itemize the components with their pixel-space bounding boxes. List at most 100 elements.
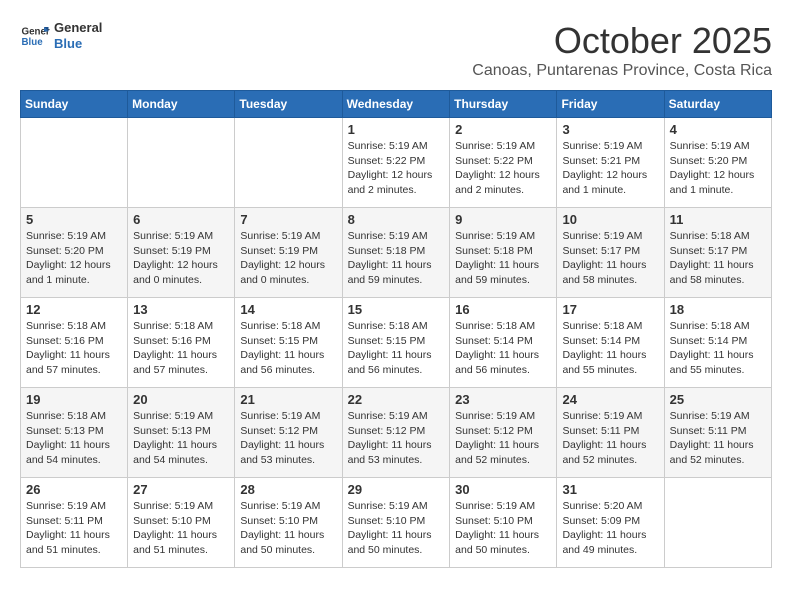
day-number: 14 (240, 302, 336, 317)
day-info: Sunrise: 5:19 AM Sunset: 5:20 PM Dayligh… (26, 229, 122, 288)
day-number: 8 (348, 212, 445, 227)
day-number: 22 (348, 392, 445, 407)
day-number: 10 (562, 212, 658, 227)
day-info: Sunrise: 5:19 AM Sunset: 5:17 PM Dayligh… (562, 229, 658, 288)
day-number: 12 (26, 302, 122, 317)
calendar-cell: 14 Sunrise: 5:18 AM Sunset: 5:15 PM Dayli… (235, 298, 342, 388)
calendar-cell: 20 Sunrise: 5:19 AM Sunset: 5:13 PM Dayli… (128, 388, 235, 478)
day-number: 30 (455, 482, 551, 497)
day-info: Sunrise: 5:19 AM Sunset: 5:12 PM Dayligh… (240, 409, 336, 468)
day-info: Sunrise: 5:19 AM Sunset: 5:11 PM Dayligh… (26, 499, 122, 558)
day-info: Sunrise: 5:18 AM Sunset: 5:16 PM Dayligh… (133, 319, 229, 378)
calendar-cell: 1Sunrise: 5:19 AM Sunset: 5:22 PM Daylig… (342, 118, 450, 208)
day-info: Sunrise: 5:19 AM Sunset: 5:10 PM Dayligh… (348, 499, 445, 558)
calendar-cell: 29 Sunrise: 5:19 AM Sunset: 5:10 PM Dayli… (342, 478, 450, 568)
logo-blue: Blue (54, 36, 102, 52)
calendar-cell: 2 Sunrise: 5:19 AM Sunset: 5:22 PM Daylig… (450, 118, 557, 208)
day-number: 23 (455, 392, 551, 407)
calendar-cell: 13Sunrise: 5:18 AM Sunset: 5:16 PM Dayli… (128, 298, 235, 388)
calendar-cell: 10 Sunrise: 5:19 AM Sunset: 5:17 PM Dayli… (557, 208, 664, 298)
day-number: 20 (133, 392, 229, 407)
calendar-cell: 6 Sunrise: 5:19 AM Sunset: 5:19 PM Daylig… (128, 208, 235, 298)
logo-icon: General Blue (20, 21, 50, 51)
calendar-cell: 25 Sunrise: 5:19 AM Sunset: 5:11 PM Dayli… (664, 388, 771, 478)
day-number: 9 (455, 212, 551, 227)
calendar-header-wednesday: Wednesday (342, 91, 450, 118)
day-number: 27 (133, 482, 229, 497)
calendar-header-saturday: Saturday (664, 91, 771, 118)
day-info: Sunrise: 5:18 AM Sunset: 5:14 PM Dayligh… (455, 319, 551, 378)
calendar-cell: 12 Sunrise: 5:18 AM Sunset: 5:16 PM Dayli… (21, 298, 128, 388)
day-number: 6 (133, 212, 229, 227)
day-info: Sunrise: 5:19 AM Sunset: 5:11 PM Dayligh… (562, 409, 658, 468)
day-info: Sunrise: 5:18 AM Sunset: 5:16 PM Dayligh… (26, 319, 122, 378)
day-number: 18 (670, 302, 766, 317)
calendar-cell (664, 478, 771, 568)
day-number: 19 (26, 392, 122, 407)
day-number: 17 (562, 302, 658, 317)
calendar-cell: 22 Sunrise: 5:19 AM Sunset: 5:12 PM Dayli… (342, 388, 450, 478)
day-number: 24 (562, 392, 658, 407)
day-number: 28 (240, 482, 336, 497)
calendar-cell: 9 Sunrise: 5:19 AM Sunset: 5:18 PM Daylig… (450, 208, 557, 298)
logo-general: General (54, 20, 102, 36)
calendar-cell: 17 Sunrise: 5:18 AM Sunset: 5:14 PM Dayli… (557, 298, 664, 388)
location-title: Canoas, Puntarenas Province, Costa Rica (472, 62, 772, 80)
day-info: Sunrise: 5:19 AM Sunset: 5:19 PM Dayligh… (133, 229, 229, 288)
calendar-cell: 3Sunrise: 5:19 AM Sunset: 5:21 PM Daylig… (557, 118, 664, 208)
calendar-header-friday: Friday (557, 91, 664, 118)
day-info: Sunrise: 5:19 AM Sunset: 5:19 PM Dayligh… (240, 229, 336, 288)
day-number: 29 (348, 482, 445, 497)
day-info: Sunrise: 5:19 AM Sunset: 5:20 PM Dayligh… (670, 139, 766, 198)
day-info: Sunrise: 5:19 AM Sunset: 5:12 PM Dayligh… (348, 409, 445, 468)
day-info: Sunrise: 5:18 AM Sunset: 5:14 PM Dayligh… (562, 319, 658, 378)
calendar-cell: 24 Sunrise: 5:19 AM Sunset: 5:11 PM Dayli… (557, 388, 664, 478)
calendar-cell: 26 Sunrise: 5:19 AM Sunset: 5:11 PM Dayli… (21, 478, 128, 568)
calendar-week-row: 1Sunrise: 5:19 AM Sunset: 5:22 PM Daylig… (21, 118, 772, 208)
calendar-cell: 23 Sunrise: 5:19 AM Sunset: 5:12 PM Dayli… (450, 388, 557, 478)
day-info: Sunrise: 5:19 AM Sunset: 5:10 PM Dayligh… (240, 499, 336, 558)
day-number: 16 (455, 302, 551, 317)
calendar-cell: 19 Sunrise: 5:18 AM Sunset: 5:13 PM Dayli… (21, 388, 128, 478)
month-title: October 2025 (472, 20, 772, 62)
day-number: 2 (455, 122, 551, 137)
day-info: Sunrise: 5:19 AM Sunset: 5:22 PM Dayligh… (455, 139, 551, 198)
header: General Blue General Blue October 2025 C… (20, 20, 772, 80)
calendar-header-tuesday: Tuesday (235, 91, 342, 118)
calendar-week-row: 12 Sunrise: 5:18 AM Sunset: 5:16 PM Dayli… (21, 298, 772, 388)
day-info: Sunrise: 5:18 AM Sunset: 5:13 PM Dayligh… (26, 409, 122, 468)
calendar-cell: 30 Sunrise: 5:19 AM Sunset: 5:10 PM Dayli… (450, 478, 557, 568)
day-number: 4 (670, 122, 766, 137)
calendar-cell: 8 Sunrise: 5:19 AM Sunset: 5:18 PM Daylig… (342, 208, 450, 298)
svg-text:Blue: Blue (22, 37, 44, 48)
day-info: Sunrise: 5:19 AM Sunset: 5:12 PM Dayligh… (455, 409, 551, 468)
day-number: 21 (240, 392, 336, 407)
day-info: Sunrise: 5:19 AM Sunset: 5:18 PM Dayligh… (455, 229, 551, 288)
day-number: 26 (26, 482, 122, 497)
day-info: Sunrise: 5:19 AM Sunset: 5:21 PM Dayligh… (562, 139, 658, 198)
calendar-header-monday: Monday (128, 91, 235, 118)
day-info: Sunrise: 5:19 AM Sunset: 5:18 PM Dayligh… (348, 229, 445, 288)
calendar-week-row: 5Sunrise: 5:19 AM Sunset: 5:20 PM Daylig… (21, 208, 772, 298)
day-info: Sunrise: 5:20 AM Sunset: 5:09 PM Dayligh… (562, 499, 658, 558)
day-info: Sunrise: 5:19 AM Sunset: 5:22 PM Dayligh… (348, 139, 445, 198)
calendar-cell: 31 Sunrise: 5:20 AM Sunset: 5:09 PM Dayli… (557, 478, 664, 568)
calendar-cell (21, 118, 128, 208)
day-number: 25 (670, 392, 766, 407)
calendar-cell: 5Sunrise: 5:19 AM Sunset: 5:20 PM Daylig… (21, 208, 128, 298)
calendar-cell: 28 Sunrise: 5:19 AM Sunset: 5:10 PM Dayli… (235, 478, 342, 568)
logo: General Blue General Blue (20, 20, 102, 51)
day-number: 31 (562, 482, 658, 497)
calendar-cell: 18Sunrise: 5:18 AM Sunset: 5:14 PM Dayli… (664, 298, 771, 388)
calendar-header-sunday: Sunday (21, 91, 128, 118)
day-info: Sunrise: 5:19 AM Sunset: 5:13 PM Dayligh… (133, 409, 229, 468)
day-info: Sunrise: 5:19 AM Sunset: 5:10 PM Dayligh… (133, 499, 229, 558)
calendar-cell: 4 Sunrise: 5:19 AM Sunset: 5:20 PM Daylig… (664, 118, 771, 208)
calendar-week-row: 26 Sunrise: 5:19 AM Sunset: 5:11 PM Dayli… (21, 478, 772, 568)
day-info: Sunrise: 5:18 AM Sunset: 5:15 PM Dayligh… (240, 319, 336, 378)
calendar-cell: 7 Sunrise: 5:19 AM Sunset: 5:19 PM Daylig… (235, 208, 342, 298)
day-info: Sunrise: 5:19 AM Sunset: 5:11 PM Dayligh… (670, 409, 766, 468)
day-number: 7 (240, 212, 336, 227)
day-info: Sunrise: 5:19 AM Sunset: 5:10 PM Dayligh… (455, 499, 551, 558)
day-info: Sunrise: 5:18 AM Sunset: 5:15 PM Dayligh… (348, 319, 445, 378)
